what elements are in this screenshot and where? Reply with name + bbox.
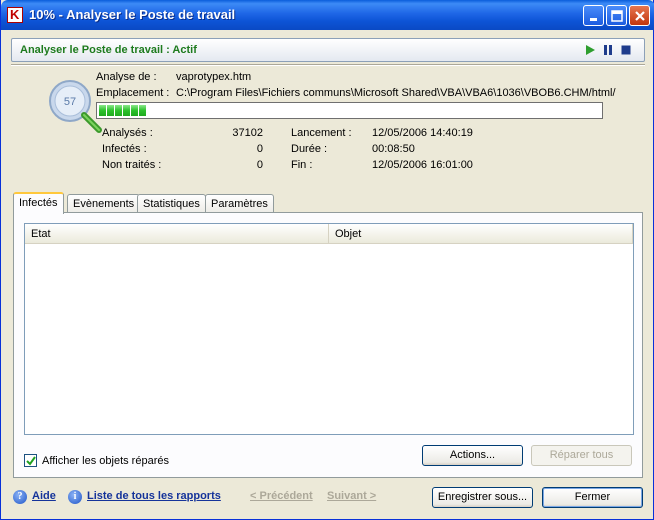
task-status-bar: Analyser le Poste de travail : Actif bbox=[11, 38, 645, 62]
tab-parameters[interactable]: Paramètres bbox=[205, 194, 274, 213]
untreated-label: Non traités : bbox=[102, 159, 162, 171]
column-header-object[interactable]: Objet bbox=[329, 224, 633, 243]
infected-value: 0 bbox=[256, 143, 263, 155]
duration-value: 00:08:50 bbox=[372, 143, 415, 155]
minimize-button[interactable] bbox=[583, 5, 604, 26]
progress-segment bbox=[139, 105, 146, 116]
actions-button[interactable]: Actions... bbox=[422, 445, 523, 466]
tab-statistics[interactable]: Statistiques bbox=[137, 194, 206, 213]
stop-icon[interactable] bbox=[620, 44, 632, 56]
repair-all-button[interactable]: Réparer tous bbox=[531, 445, 632, 466]
save-as-button[interactable]: Enregistrer sous... bbox=[432, 487, 533, 508]
close-button[interactable]: Fermer bbox=[542, 487, 643, 508]
scan-window: K 10% - Analyser le Poste de travail Ana… bbox=[0, 0, 654, 520]
end-value: 12/05/2006 16:01:00 bbox=[372, 159, 473, 171]
scan-location-label: Emplacement : bbox=[96, 87, 170, 99]
title-bar[interactable]: K 10% - Analyser le Poste de travail bbox=[1, 0, 654, 30]
info-icon[interactable]: i bbox=[68, 490, 82, 504]
scan-icon-number: 57 bbox=[64, 96, 76, 108]
pause-icon[interactable] bbox=[602, 44, 614, 56]
duration-label: Durée : bbox=[291, 143, 328, 155]
checkmark-icon bbox=[26, 456, 36, 466]
minimize-icon bbox=[590, 18, 597, 21]
column-header-state[interactable]: Etat bbox=[25, 224, 329, 243]
tab-panel-infected: Etat Objet Afficher les objets réparés A… bbox=[13, 212, 643, 478]
progress-segment bbox=[99, 105, 106, 116]
scan-progress-bar bbox=[96, 102, 603, 119]
scan-object-label: Analyse de : bbox=[96, 71, 157, 83]
maximize-icon bbox=[611, 10, 623, 22]
close-window-button[interactable] bbox=[629, 5, 650, 26]
progress-segment bbox=[131, 105, 138, 116]
divider bbox=[11, 64, 645, 66]
scan-location-value: C:\Program Files\Fichiers communs\Micros… bbox=[176, 87, 616, 99]
task-status-title: Analyser le Poste de travail : Actif bbox=[20, 44, 197, 56]
list-header: Etat Objet bbox=[25, 224, 633, 244]
infected-objects-list[interactable]: Etat Objet bbox=[24, 223, 634, 435]
tab-infected[interactable]: Infectés bbox=[13, 192, 64, 214]
tab-events[interactable]: Evènements bbox=[67, 194, 141, 213]
maximize-button[interactable] bbox=[606, 5, 627, 26]
all-reports-link[interactable]: Liste de tous les rapports bbox=[87, 490, 221, 502]
kaspersky-k-icon: K bbox=[7, 7, 23, 23]
progress-fill bbox=[99, 105, 600, 116]
analyzed-value: 37102 bbox=[232, 127, 263, 139]
start-label: Lancement : bbox=[291, 127, 352, 139]
start-value: 12/05/2006 14:40:19 bbox=[372, 127, 473, 139]
help-link[interactable]: Aide bbox=[32, 490, 56, 502]
progress-segment bbox=[107, 105, 114, 116]
help-icon[interactable]: ? bbox=[13, 490, 27, 504]
previous-link[interactable]: < Précédent bbox=[250, 490, 313, 502]
progress-segment bbox=[123, 105, 130, 116]
show-repaired-checkbox[interactable] bbox=[24, 454, 37, 467]
scan-object-value: vaprotypex.htm bbox=[176, 71, 252, 83]
end-label: Fin : bbox=[291, 159, 313, 171]
close-icon bbox=[635, 11, 645, 21]
progress-segment bbox=[115, 105, 122, 116]
window-title: 10% - Analyser le Poste de travail bbox=[29, 7, 236, 22]
next-link[interactable]: Suivant > bbox=[327, 490, 376, 502]
analyzed-label: Analysés : bbox=[102, 127, 153, 139]
untreated-value: 0 bbox=[256, 159, 263, 171]
play-icon[interactable] bbox=[584, 44, 596, 56]
infected-label: Infectés : bbox=[102, 143, 147, 155]
show-repaired-label[interactable]: Afficher les objets réparés bbox=[42, 455, 169, 467]
